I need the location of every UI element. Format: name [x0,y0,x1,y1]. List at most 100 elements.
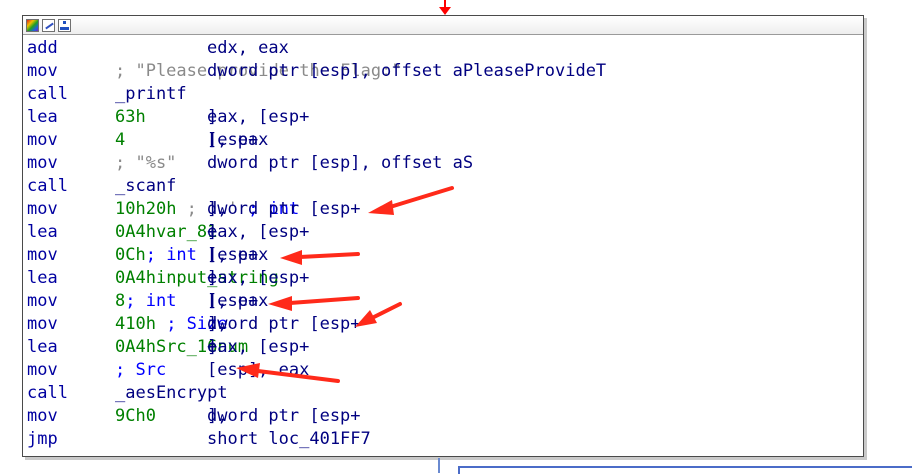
asm-operand-token[interactable]: 10h [125,314,156,334]
asm-operand-token[interactable]: ], [207,405,238,428]
asm-line[interactable]: call _printf [23,83,863,106]
asm-mnemonic[interactable]: mov [27,290,58,313]
asm-operand-token[interactable]: short loc_401FF7 [207,428,371,451]
node-titlebar[interactable] [23,16,863,35]
code-block-node[interactable]: add edx, eax mov dword ptr [esp], offset aP… [22,15,864,457]
asm-operands[interactable]: dword ptr [esp+ 9Ch], 0 [115,405,361,428]
asm-operands[interactable]: dword ptr [esp+ 10h], 20h ; ' ' ; int [115,198,361,221]
asm-mnemonic[interactable]: add [27,37,58,60]
asm-mnemonic[interactable]: mov [27,152,58,175]
asm-line[interactable]: jmp short loc_401FF7 [23,428,863,451]
asm-operand-token[interactable]: 0Ch [115,245,146,265]
asm-operand-token[interactable]: ], eax [207,290,309,313]
asm-operands[interactable]: [esp], eax ; Src [115,359,309,382]
asm-line[interactable]: lea eax, [esp+ 63h] [23,106,863,129]
asm-operand-token[interactable]: 10h [115,199,146,219]
asm-line[interactable]: mov [esp], eax ; Src [23,359,863,382]
asm-operand-token[interactable]: 0A4h [115,222,156,242]
asm-operand-token[interactable]: ], eax [207,129,268,152]
next-block-border [458,466,912,468]
asm-line[interactable]: add edx, eax [23,37,863,60]
asm-line[interactable]: mov [esp+ 8], eax ; int [23,290,863,313]
asm-mnemonic[interactable]: lea [27,336,58,359]
edit-node-icon[interactable] [42,18,55,32]
asm-mnemonic[interactable]: mov [27,129,58,152]
disassembly-listing: add edx, eax mov dword ptr [esp], offset aP… [23,35,863,451]
asm-comment[interactable]: ; "%s" [115,153,176,173]
asm-mnemonic[interactable]: lea [27,106,58,129]
asm-operands[interactable]: eax, [esp+ 63h] [115,106,309,129]
asm-operand-token[interactable]: _printf [115,84,187,104]
asm-comment[interactable]: ; int [125,291,176,311]
asm-operands[interactable]: [esp+ 4], eax [115,129,268,152]
asm-comment[interactable]: ; Src [115,360,166,380]
asm-mnemonic[interactable]: jmp [27,428,58,451]
asm-line[interactable]: mov dword ptr [esp+ 4], 10h ; Size [23,313,863,336]
asm-operand-token[interactable]: dword ptr [esp], offset aS [207,152,483,175]
asm-operand-token[interactable]: edx, eax [207,37,289,60]
asm-operand-token[interactable]: 9Ch [115,406,146,426]
asm-operand-token[interactable]: ] [207,336,217,359]
asm-operand-token[interactable]: eax, [esp+ [207,106,309,129]
asm-line[interactable]: mov [esp+ 4], eax [23,129,863,152]
asm-line[interactable]: mov dword ptr [esp+ 9Ch], 0 [23,405,863,428]
graph-overview-icon[interactable] [58,18,71,32]
asm-operands[interactable]: _aesEncrypt [115,382,228,405]
color-palette-icon[interactable] [26,18,39,32]
asm-line[interactable]: call _aesEncrypt [23,382,863,405]
asm-mnemonic[interactable]: lea [27,267,58,290]
asm-mnemonic[interactable]: mov [27,60,58,83]
asm-line[interactable]: mov dword ptr [esp], offset aS ; "%s" [23,152,863,175]
asm-operand-token[interactable]: 20h [146,199,177,219]
asm-operand-token[interactable]: 0A4h [115,337,156,357]
asm-line[interactable]: lea eax, [esp+ 0A4h + input_string] [23,267,863,290]
asm-operands[interactable]: dword ptr [esp+ 4], 10h ; Size [115,313,361,336]
asm-operand-token[interactable]: 63h [115,107,146,127]
asm-operand-token[interactable]: eax, [esp+ [207,221,309,244]
asm-line[interactable]: mov dword ptr [esp+ 10h], 20h ; ' ' ; int [23,198,863,221]
asm-line[interactable]: lea eax, [esp+ 0A4h + var_81] [23,221,863,244]
asm-operands[interactable]: dword ptr [esp], offset aPleaseProvideT … [115,60,606,83]
asm-operand-token[interactable]: ] [207,221,217,244]
asm-operand-token[interactable]: eax, [esp+ [207,336,309,359]
asm-operand-token[interactable]: _aesEncrypt [115,383,228,403]
asm-mnemonic[interactable]: mov [27,313,58,336]
asm-line[interactable]: call _scanf [23,175,863,198]
asm-operand-token[interactable]: 0 [146,406,156,426]
asm-operand-token[interactable]: eax, [esp+ [207,267,309,290]
asm-mnemonic[interactable]: mov [27,405,58,428]
asm-operands[interactable]: [esp+ 0Ch], eax ; int [115,244,268,267]
asm-comment[interactable]: ; int [146,245,197,265]
outgoing-edge-line [438,458,440,473]
asm-operand-token[interactable]: _scanf [115,176,176,196]
asm-operand-token[interactable]: 4 [115,130,125,150]
asm-operand-token[interactable]: ] [207,106,217,129]
asm-mnemonic[interactable]: lea [27,221,58,244]
asm-mnemonic[interactable]: mov [27,359,58,382]
asm-operands[interactable]: eax, [esp+ 0A4h + var_81] [115,221,309,244]
asm-operand-token[interactable]: ], eax [207,244,299,267]
asm-operands[interactable]: [esp+ 8], eax ; int [115,290,268,313]
asm-mnemonic[interactable]: call [27,83,68,106]
asm-operand-token[interactable]: 8 [115,291,125,311]
asm-operands[interactable]: _printf [115,83,187,106]
incoming-edge-arrowhead [439,7,451,15]
asm-mnemonic[interactable]: call [27,382,68,405]
asm-operands[interactable]: eax, [esp+ 0A4h + Src_16num] [115,336,309,359]
asm-mnemonic[interactable]: mov [27,244,58,267]
asm-operand-token[interactable]: [esp], eax [207,359,371,382]
asm-line[interactable]: lea eax, [esp+ 0A4h + Src_16num] [23,336,863,359]
asm-line[interactable]: mov [esp+ 0Ch], eax ; int [23,244,863,267]
asm-line[interactable]: mov dword ptr [esp], offset aPleaseProvid… [23,60,863,83]
asm-operand-token[interactable]: 4 [115,314,125,334]
asm-mnemonic[interactable]: call [27,175,68,198]
asm-mnemonic[interactable]: mov [27,198,58,221]
asm-operands[interactable]: dword ptr [esp], offset aS ; "%s" [115,152,473,175]
asm-operand-token[interactable]: ], [207,198,238,221]
asm-operands[interactable]: eax, [esp+ 0A4h + input_string] [115,267,309,290]
asm-operand-token[interactable]: ] [207,267,217,290]
asm-operand-token[interactable]: 0A4h [115,268,156,288]
asm-operand-token[interactable]: dword ptr [esp], offset aPleaseProvideT [207,60,616,83]
asm-operands[interactable]: _scanf [115,175,176,198]
asm-operand-token[interactable]: ], [207,313,238,336]
